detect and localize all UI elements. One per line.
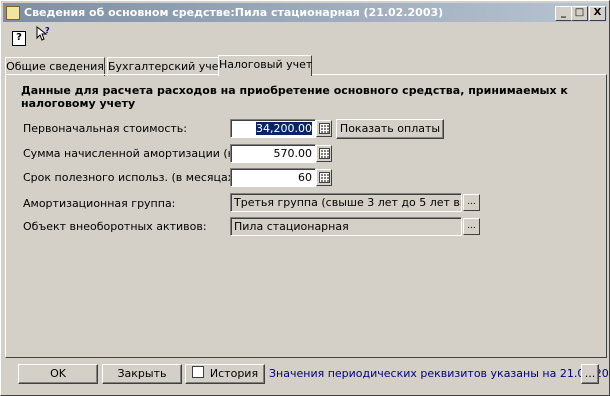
dialog-window: Сведения об основном средстве:Пила стаци… (0, 0, 610, 396)
tab-tax[interactable]: Налоговый учет (218, 55, 312, 76)
useful-life-calc-button[interactable] (316, 169, 332, 186)
calculator-icon (318, 172, 330, 183)
useful-life-label: Срок полезного использ. (в месяцах): (23, 171, 243, 184)
depreciation-sum-field[interactable]: 570.00 (230, 144, 316, 163)
more-button[interactable]: ... (581, 364, 599, 384)
close-dialog-button[interactable]: Закрыть (102, 364, 182, 384)
svg-text:?: ? (45, 26, 50, 35)
close-button[interactable]: X (589, 6, 606, 21)
initial-cost-field[interactable]: 34,200.00 (230, 119, 316, 138)
useful-life-field[interactable]: 60 (230, 168, 316, 187)
depreciation-group-select-button[interactable]: ... (463, 194, 480, 211)
asset-object-field[interactable]: Пила стационарная (230, 217, 462, 236)
ellipsis-icon: ... (467, 197, 476, 207)
history-label: История (209, 367, 259, 380)
help-button[interactable]: ? (9, 26, 29, 46)
initial-cost-value: 34,200.00 (256, 122, 312, 135)
asset-object-label: Объект внеоборотных активов: (23, 220, 207, 233)
history-icon (191, 366, 204, 378)
calculator-icon (318, 148, 330, 159)
initial-cost-label: Первоначальная стоимость: (23, 122, 187, 135)
depreciation-sum-calc-button[interactable] (316, 145, 332, 162)
depreciation-sum-label: Сумма начисленной амортизации (нал.): (23, 147, 261, 160)
show-payments-button[interactable]: Показать оплаты (336, 119, 444, 139)
toolbar: ? ? (5, 25, 605, 48)
ellipsis-icon: ... (467, 221, 476, 231)
asset-object-select-button[interactable]: ... (463, 218, 480, 235)
window-title: Сведения об основном средстве:Пила стаци… (24, 6, 444, 19)
tab-panel (5, 74, 607, 358)
depreciation-group-label: Амортизационная группа: (23, 197, 176, 210)
calculator-icon (318, 123, 330, 134)
question-icon: ? (12, 31, 26, 46)
initial-cost-calc-button[interactable] (316, 120, 332, 137)
pointer-question-icon: ? (35, 25, 51, 45)
app-icon (6, 6, 20, 20)
periodic-requisites-status: Значения периодических реквизитов указан… (269, 367, 610, 380)
history-button[interactable]: История (185, 364, 265, 384)
whats-this-button[interactable]: ? (33, 25, 53, 46)
section-heading: Данные для расчета расходов на приобрете… (21, 84, 568, 110)
minimize-button[interactable]: _ (555, 6, 572, 21)
maximize-button[interactable]: □ (571, 6, 588, 21)
title-bar[interactable]: Сведения об основном средстве:Пила стаци… (3, 3, 607, 22)
ok-button[interactable]: OK (18, 364, 98, 384)
depreciation-group-field[interactable]: Третья группа (свыше 3 лет до 5 лет вклю… (230, 193, 462, 212)
